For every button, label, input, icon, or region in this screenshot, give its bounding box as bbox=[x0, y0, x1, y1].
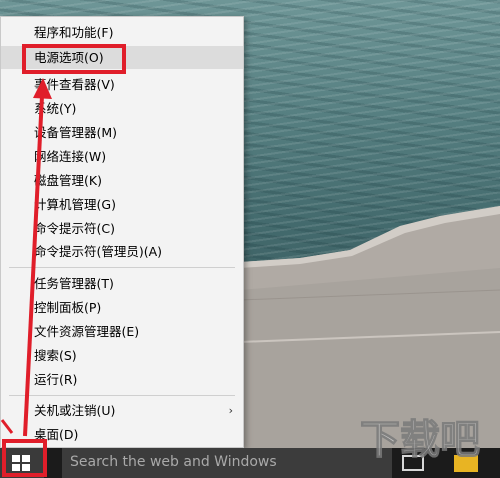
menu-item-network-connections[interactable]: 网络连接(W) bbox=[1, 145, 243, 168]
menu-item-system[interactable]: 系统(Y) bbox=[1, 97, 243, 120]
chevron-right-icon: › bbox=[228, 404, 233, 417]
watermark-text: 下载吧 bbox=[360, 417, 480, 463]
winx-context-menu: 程序和功能(F) 电源选项(O) 事件查看器(V) 系统(Y) 设备管理器(M)… bbox=[0, 16, 244, 448]
menu-item-file-explorer[interactable]: 文件资源管理器(E) bbox=[1, 320, 243, 343]
search-placeholder: Search the web and Windows bbox=[70, 454, 277, 470]
menu-item-command-prompt-admin[interactable]: 命令提示符(管理员)(A) bbox=[1, 240, 243, 263]
menu-item-command-prompt[interactable]: 命令提示符(C) bbox=[1, 217, 243, 240]
menu-item-event-viewer[interactable]: 事件查看器(V) bbox=[1, 73, 243, 96]
power-options-highlight-box bbox=[22, 44, 126, 74]
menu-item-control-panel[interactable]: 控制面板(P) bbox=[1, 296, 243, 319]
menu-item-task-manager[interactable]: 任务管理器(T) bbox=[1, 272, 243, 295]
menu-item-computer-management[interactable]: 计算机管理(G) bbox=[1, 193, 243, 216]
search-input[interactable]: Search the web and Windows bbox=[62, 448, 392, 478]
menu-separator bbox=[9, 395, 235, 396]
menu-item-shutdown-signout[interactable]: 关机或注销(U) › bbox=[1, 399, 243, 422]
watermark-logo: 下载吧 bbox=[359, 416, 480, 463]
menu-separator bbox=[9, 267, 235, 268]
menu-item-search[interactable]: 搜索(S) bbox=[1, 344, 243, 367]
menu-item-device-manager[interactable]: 设备管理器(M) bbox=[1, 121, 243, 144]
start-button-highlight-box bbox=[2, 439, 47, 477]
menu-item-programs-features[interactable]: 程序和功能(F) bbox=[1, 21, 243, 44]
menu-item-run[interactable]: 运行(R) bbox=[1, 368, 243, 391]
menu-item-disk-management[interactable]: 磁盘管理(K) bbox=[1, 169, 243, 192]
